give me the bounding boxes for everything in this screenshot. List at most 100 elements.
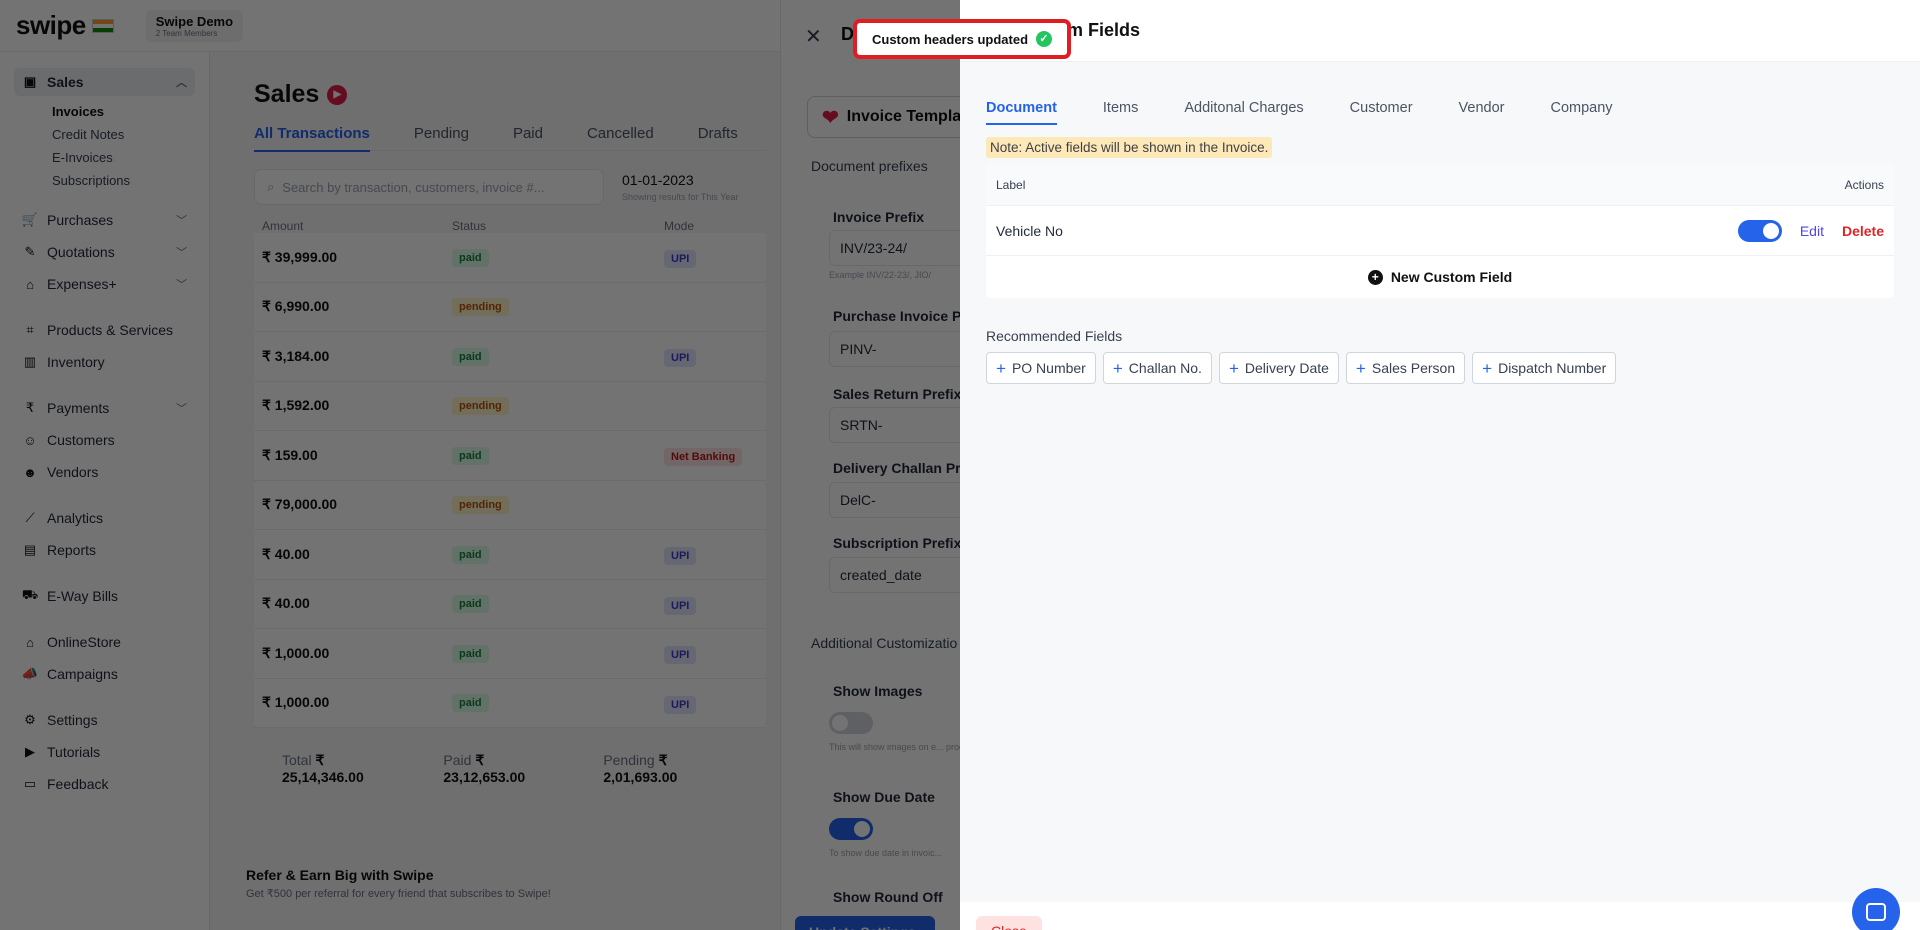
- table-row[interactable]: ₹ 79,000.00 pending: [254, 480, 766, 530]
- table-row[interactable]: ₹ 39,999.00 paid UPI: [254, 233, 766, 283]
- chevron-down-icon[interactable]: ﹀: [176, 212, 187, 228]
- chat-icon: [1866, 903, 1886, 921]
- status-cell: paid: [452, 545, 664, 564]
- invoice-prefix-input[interactable]: INV/23-24/: [829, 230, 969, 266]
- sidebar-item-tutorials[interactable]: ▶ Tutorials: [14, 738, 195, 766]
- search-input[interactable]: ⌕ Search by transaction, customers, invo…: [254, 169, 604, 205]
- status-cell: pending: [452, 396, 664, 416]
- tab-customer[interactable]: Customer: [1350, 100, 1413, 125]
- table-row[interactable]: ₹ 3,184.00 paid UPI: [254, 332, 766, 382]
- swipe-logo[interactable]: swipe: [16, 10, 86, 41]
- sidebar-item-reports[interactable]: ▤ Reports: [14, 536, 195, 564]
- mode-cell: Net Banking: [664, 447, 743, 467]
- status-cell: pending: [452, 495, 664, 515]
- edit-button[interactable]: Edit: [1800, 223, 1824, 239]
- sidebar-item-purchases[interactable]: 🛒 Purchases ﹀: [14, 206, 195, 234]
- sidebar-item-subscriptions[interactable]: Subscriptions: [14, 169, 195, 192]
- message-icon: ▭: [23, 776, 37, 791]
- recommended-field-chip[interactable]: + Challan No.: [1102, 352, 1212, 384]
- col-mode: Mode: [664, 219, 695, 233]
- show-due-date-toggle[interactable]: [829, 818, 873, 840]
- sidebar-item-credit-notes[interactable]: Credit Notes: [14, 123, 195, 146]
- recommended-field-label: Challan No.: [1128, 360, 1202, 376]
- sidebar-item-expenses[interactable]: ⌂ Expenses+ ﹀: [14, 270, 195, 298]
- table-row[interactable]: ₹ 1,000.00 paid UPI: [254, 678, 766, 728]
- sidebar-item-e-invoices[interactable]: E-Invoices: [14, 146, 195, 169]
- sidebar-item-inventory[interactable]: ▥ Inventory: [14, 348, 195, 376]
- delete-button[interactable]: Delete: [1842, 223, 1884, 239]
- analytics-icon: ⟋: [25, 510, 35, 525]
- sidebar-label: Inventory: [47, 354, 105, 370]
- sidebar-label: Expenses+: [47, 276, 117, 292]
- sales-return-input[interactable]: SRTN-: [829, 407, 969, 443]
- plus-circle-icon: +: [1367, 269, 1383, 285]
- tab-document[interactable]: Document: [986, 100, 1057, 125]
- col-amount: Amount: [262, 219, 304, 233]
- col-actions: Actions: [1844, 177, 1884, 192]
- tab-drafts[interactable]: Drafts: [698, 125, 738, 142]
- purchase-prefix-input[interactable]: PINV-: [829, 331, 969, 367]
- status-cell: paid: [452, 644, 664, 663]
- sidebar-item-sales[interactable]: ▣ Sales ︿: [14, 68, 195, 96]
- update-settings-button[interactable]: Update Settings: [795, 916, 935, 930]
- recommended-field-chip[interactable]: + Sales Person: [1345, 352, 1466, 384]
- sidebar-label: Quotations: [47, 244, 115, 260]
- table-row[interactable]: ₹ 1,000.00 paid UPI: [254, 629, 766, 679]
- amount-cell: ₹ 39,999.00: [262, 248, 338, 265]
- sidebar-item-onlinestore[interactable]: ⌂ OnlineStore: [14, 628, 195, 656]
- chat-support-button[interactable]: [1852, 888, 1900, 930]
- table-row[interactable]: ₹ 159.00 paid Net Banking: [254, 431, 766, 481]
- recommended-field-chip[interactable]: + Dispatch Number: [1472, 352, 1617, 384]
- chevron-down-icon[interactable]: ﹀: [176, 400, 187, 416]
- tab-company[interactable]: Company: [1551, 100, 1613, 125]
- sidebar-item-campaigns[interactable]: 📣 Campaigns: [14, 660, 195, 688]
- close-icon[interactable]: ✕: [805, 24, 822, 49]
- tab-cancelled[interactable]: Cancelled: [587, 125, 654, 142]
- chevron-down-icon[interactable]: ﹀: [176, 244, 187, 260]
- sidebar-label: Feedback: [47, 776, 109, 792]
- sidebar-item-invoices[interactable]: Invoices: [14, 100, 195, 123]
- tab-items[interactable]: Items: [1103, 100, 1138, 125]
- new-custom-field-button[interactable]: + New Custom Field: [986, 256, 1894, 298]
- toast-message: Custom headers updated: [871, 31, 1029, 47]
- youtube-icon: ▶: [25, 744, 35, 759]
- table-row[interactable]: ₹ 40.00 paid UPI: [254, 530, 766, 580]
- sidebar-item-quotations[interactable]: ✎ Quotations ﹀: [14, 238, 195, 266]
- delivery-challan-input[interactable]: DelC-: [829, 482, 969, 518]
- sidebar-item-customers[interactable]: ☺ Customers: [14, 426, 195, 454]
- custom-field-tabs: Document Items Additonal Charges Custome…: [986, 62, 1894, 125]
- sidebar-item-analytics[interactable]: ⟋ Analytics: [14, 504, 195, 532]
- refer-banner[interactable]: Refer & Earn Big with Swipe Get ₹500 per…: [246, 867, 551, 900]
- status-badge: pending: [452, 496, 509, 515]
- tab-all-transactions[interactable]: All Transactions: [254, 125, 370, 152]
- table-row[interactable]: ₹ 40.00 paid UPI: [254, 579, 766, 629]
- chevron-up-icon[interactable]: ︿: [176, 74, 187, 90]
- amount-cell: ₹ 40.00: [262, 595, 310, 612]
- tab-pending[interactable]: Pending: [414, 125, 469, 142]
- sidebar-item-feedback[interactable]: ▭ Feedback: [14, 770, 195, 798]
- recommended-field-chip[interactable]: + PO Number: [986, 352, 1096, 384]
- purchase-prefix-label: Purchase Invoice Pr: [833, 308, 967, 324]
- section-document-prefixes: Document prefixes: [811, 158, 928, 174]
- company-switcher[interactable]: Swipe Demo 2 Team Members: [145, 9, 244, 42]
- close-button[interactable]: Close: [976, 916, 1042, 930]
- page-title-text: Sales: [254, 80, 320, 108]
- table-row[interactable]: ₹ 1,592.00 pending: [254, 381, 766, 431]
- chevron-down-icon[interactable]: ﹀: [176, 276, 187, 292]
- tab-vendor[interactable]: Vendor: [1459, 100, 1505, 125]
- tab-paid[interactable]: Paid: [513, 125, 543, 142]
- recommended-field-chip[interactable]: + Delivery Date: [1218, 352, 1339, 384]
- table-row[interactable]: ₹ 6,990.00 pending: [254, 282, 766, 332]
- sidebar-item-settings[interactable]: ⚙ Settings: [14, 706, 195, 734]
- sidebar-item-vendors[interactable]: ☻ Vendors: [14, 458, 195, 486]
- sidebar-item-payments[interactable]: ₹ Payments ﹀: [14, 394, 195, 422]
- sidebar-label: Settings: [47, 712, 98, 728]
- field-active-toggle[interactable]: [1737, 219, 1782, 242]
- play-video-icon[interactable]: ▶: [327, 84, 348, 105]
- sidebar-item-products[interactable]: ⌗ Products & Services: [14, 316, 195, 344]
- tab-additional-charges[interactable]: Additonal Charges: [1184, 100, 1303, 125]
- sidebar-item-eway[interactable]: ⛟ E-Way Bills: [14, 582, 195, 610]
- date-filter[interactable]: 01-01-2023 Showing results for This Year: [622, 172, 738, 202]
- subscription-prefix-input[interactable]: created_date: [829, 557, 969, 593]
- show-images-toggle[interactable]: [829, 712, 873, 734]
